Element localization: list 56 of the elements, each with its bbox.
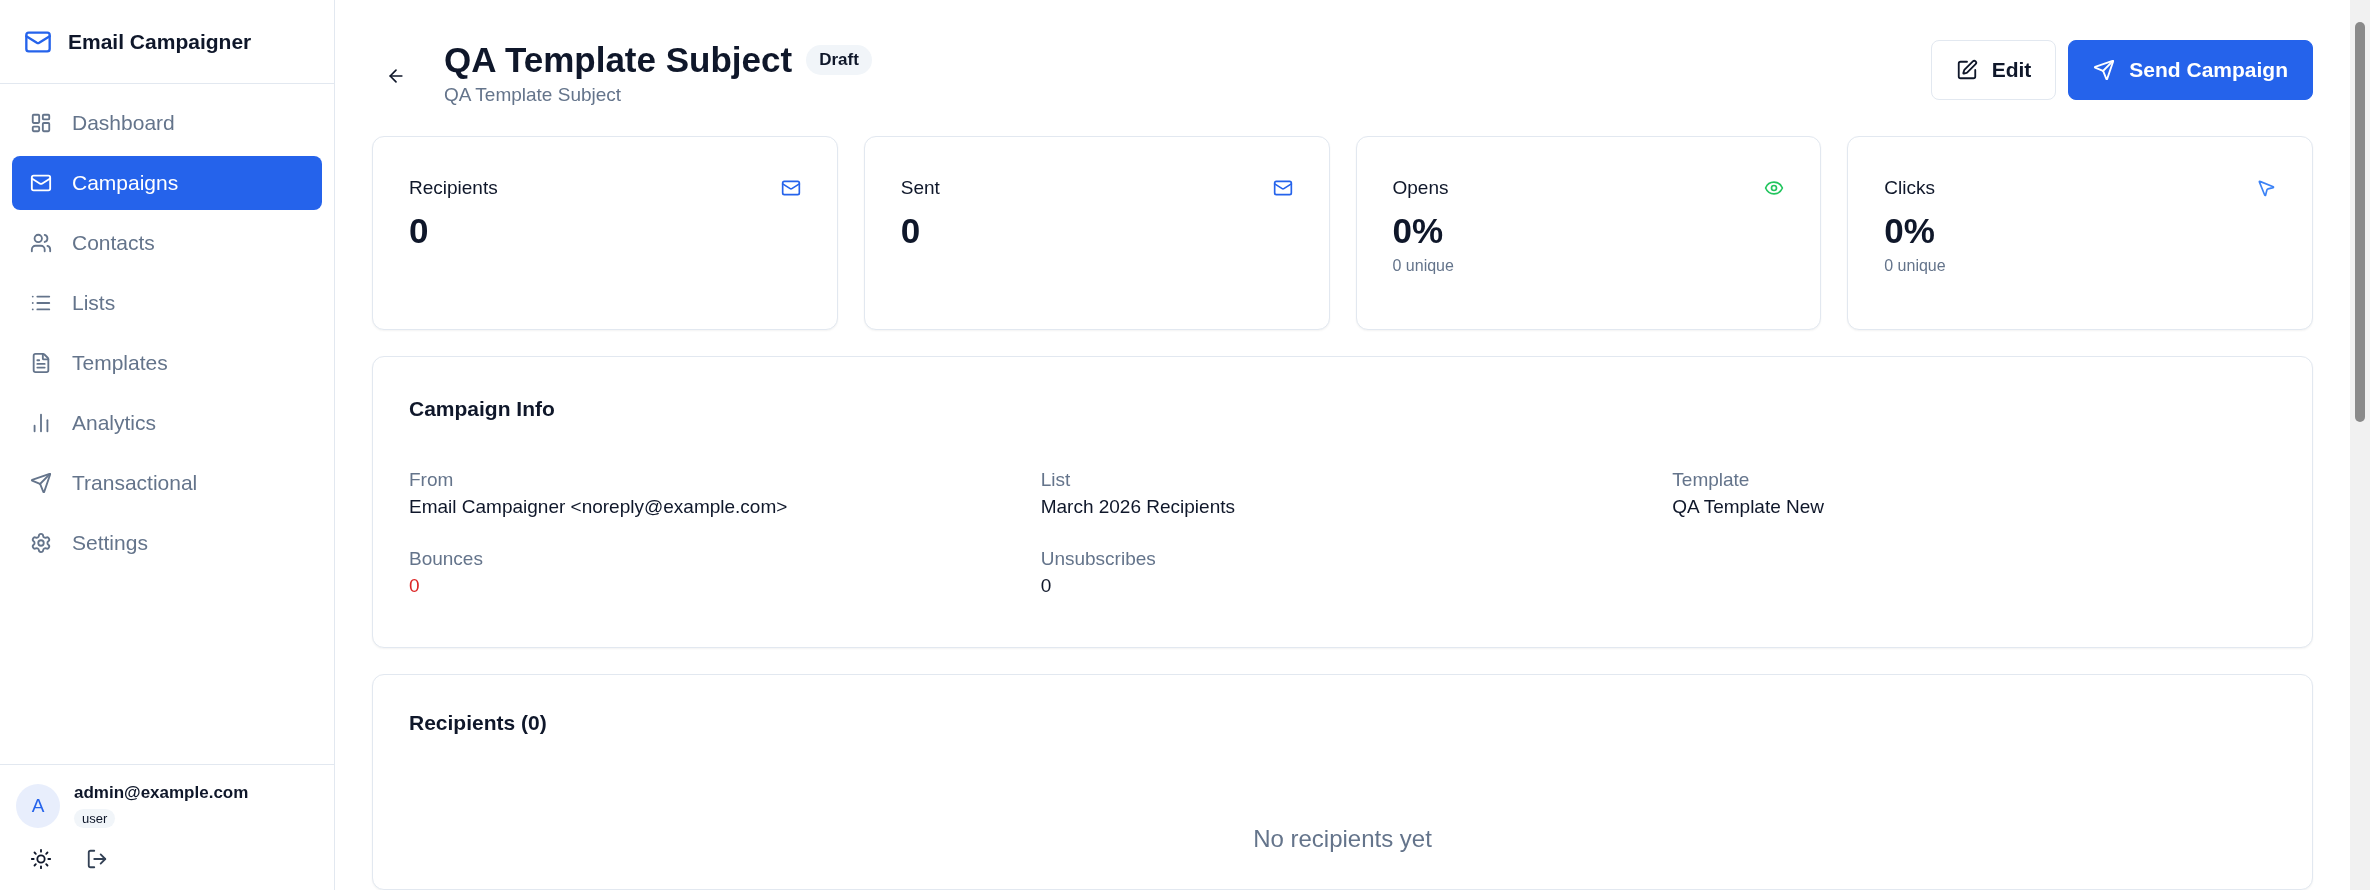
- pencil-square-icon: [1955, 59, 1978, 81]
- dashboard-icon: [30, 112, 52, 134]
- edit-button[interactable]: Edit: [1930, 40, 2057, 100]
- field-label: Bounces: [409, 548, 484, 570]
- stat-label: Sent: [900, 177, 940, 199]
- nav-item[interactable]: Lists: [12, 276, 322, 330]
- page-title: QA Template Subject: [444, 40, 793, 80]
- stat-label: Clicks: [1884, 177, 1935, 199]
- stat-value: 0: [409, 211, 430, 251]
- card-title: Recipients (0): [409, 711, 548, 735]
- stat-value: 0: [900, 211, 922, 251]
- avatar: A: [16, 783, 60, 828]
- scrollbar-thumb[interactable]: [2355, 22, 2365, 422]
- field-label: Unsubscribes: [1040, 548, 1157, 570]
- nav-item[interactable]: Templates: [12, 336, 322, 390]
- field-value: 0: [409, 575, 421, 597]
- card-title: Campaign Info: [409, 397, 556, 421]
- paper-plane-icon: [30, 472, 52, 494]
- field-label: From: [409, 469, 455, 491]
- nav-item[interactable]: Dashboard: [12, 96, 322, 150]
- field-label: List: [1040, 469, 1072, 491]
- users-icon: [30, 232, 52, 254]
- envelope-icon: [30, 172, 52, 194]
- status-badge: Draft: [806, 45, 872, 75]
- stat-label: Opens: [1392, 177, 1449, 199]
- document-icon: [30, 352, 52, 374]
- stat-value: 0%: [1884, 211, 1936, 251]
- paper-plane-icon: [2093, 59, 2116, 81]
- stat-note: 0 unique: [1392, 257, 1455, 275]
- field-value: Email Campaigner <noreply@example.com>: [409, 496, 789, 518]
- eye-icon: [1764, 178, 1785, 198]
- user-email: admin@example.com: [74, 783, 249, 803]
- theme-toggle-button[interactable]: [30, 848, 52, 870]
- field-value: QA Template New: [1672, 496, 1826, 518]
- app-name: Email Campaigner: [68, 29, 252, 54]
- envelope-icon: [780, 178, 801, 198]
- envelope-icon: [1272, 178, 1293, 198]
- settings-icon: [30, 532, 52, 554]
- nav-item[interactable]: Settings: [12, 516, 322, 570]
- empty-message: No recipients yet: [1253, 825, 1432, 853]
- page-subtitle: QA Template Subject: [444, 84, 623, 106]
- stat-note: 0 unique: [1884, 257, 1947, 275]
- logout-button[interactable]: [86, 848, 108, 870]
- field-value: March 2026 Recipients: [1040, 496, 1236, 518]
- nav-item[interactable]: Transactional: [12, 456, 322, 510]
- nav-item[interactable]: Analytics: [12, 396, 322, 450]
- field-value: 0: [1040, 575, 1053, 597]
- send-button[interactable]: Send Campaign: [2068, 40, 2313, 100]
- field-label: Template: [1672, 469, 1751, 491]
- nav-item[interactable]: Contacts: [12, 216, 322, 270]
- scrollbar[interactable]: [2350, 0, 2370, 890]
- stat-value: 0%: [1392, 211, 1445, 251]
- role-badge: user: [74, 809, 116, 828]
- nav-item[interactable]: Campaigns: [12, 156, 322, 210]
- stat-label: Recipients: [409, 177, 498, 199]
- cursor-icon: [2256, 178, 2276, 198]
